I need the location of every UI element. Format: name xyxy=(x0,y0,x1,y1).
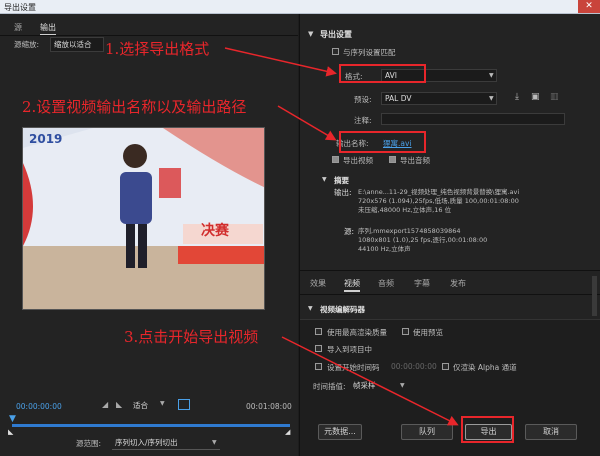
arrow-to-output-name xyxy=(277,105,337,141)
annotation-arrows xyxy=(224,47,459,426)
arrow-to-export xyxy=(281,336,459,426)
arrow-to-format xyxy=(224,47,337,77)
